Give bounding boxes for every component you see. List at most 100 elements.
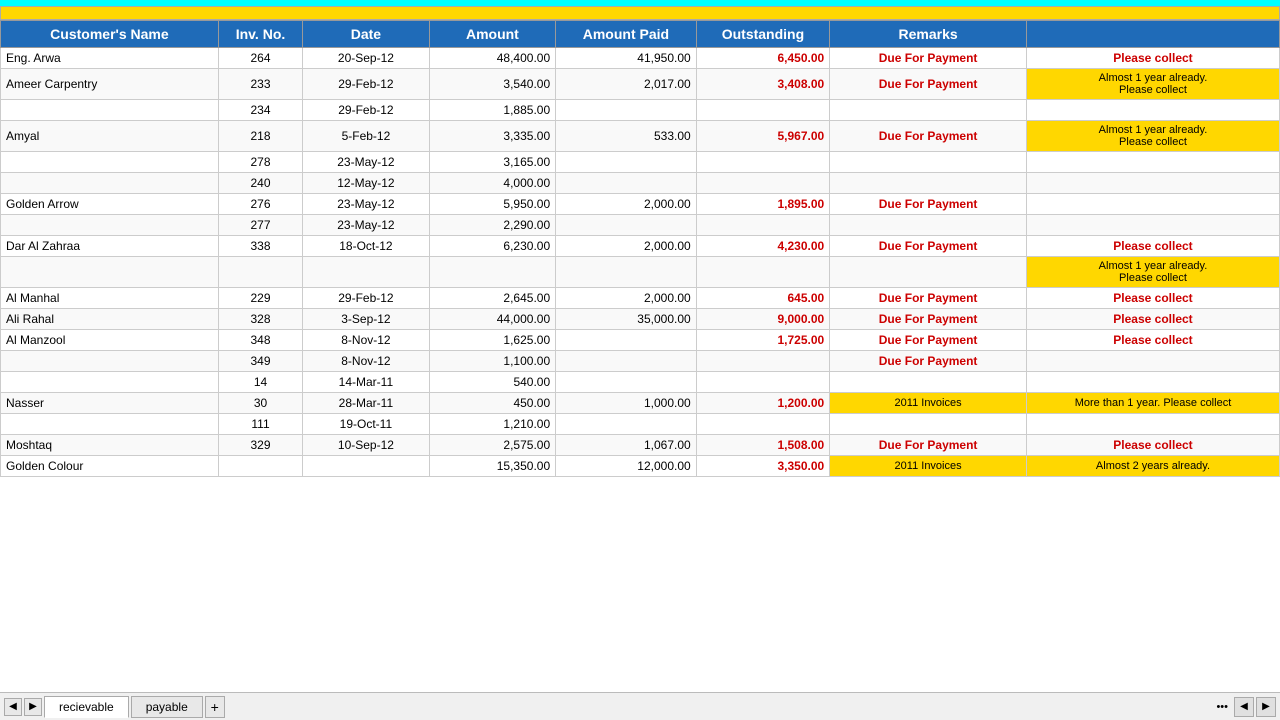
table-cell (1026, 173, 1279, 194)
table-cell: 3-Sep-12 (303, 309, 429, 330)
table-row: Al Manzool3488-Nov-121,625.001,725.00Due… (1, 330, 1280, 351)
table-cell: Due For Payment (830, 309, 1027, 330)
table-cell (830, 414, 1027, 435)
table-cell: 4,230.00 (696, 236, 830, 257)
table-cell: Golden Arrow (1, 194, 219, 215)
table-cell: 23-May-12 (303, 215, 429, 236)
table-cell: Please collect (1026, 48, 1279, 69)
table-cell (429, 257, 555, 288)
table-cell (556, 100, 697, 121)
table-row: Al Manhal22929-Feb-122,645.002,000.00645… (1, 288, 1280, 309)
table-cell: 2,290.00 (429, 215, 555, 236)
table-row: Almost 1 year already. Please collect (1, 257, 1280, 288)
tab-nav-right[interactable]: ▶ (24, 698, 42, 716)
table-row: 3498-Nov-121,100.00Due For Payment (1, 351, 1280, 372)
table-cell (1026, 414, 1279, 435)
table-cell: 15,350.00 (429, 456, 555, 477)
table-cell (696, 351, 830, 372)
table-cell: 278 (218, 152, 302, 173)
table-cell: Almost 1 year already. Please collect (1026, 69, 1279, 100)
table-cell: 3,540.00 (429, 69, 555, 100)
table-cell: 29-Feb-12 (303, 288, 429, 309)
table-cell: 1,625.00 (429, 330, 555, 351)
table-cell: Golden Colour (1, 456, 219, 477)
table-row: Eng. Arwa26420-Sep-1248,400.0041,950.006… (1, 48, 1280, 69)
table-cell: 35,000.00 (556, 309, 697, 330)
table-cell: 8-Nov-12 (303, 351, 429, 372)
scroll-left-btn[interactable]: ◀ (1234, 697, 1254, 717)
table-cell (1026, 372, 1279, 393)
table-cell: Due For Payment (830, 121, 1027, 152)
table-row: 24012-May-124,000.00 (1, 173, 1280, 194)
table-cell: 6,230.00 (429, 236, 555, 257)
table-cell (696, 215, 830, 236)
table-cell (556, 372, 697, 393)
tab-add-button[interactable]: + (205, 696, 225, 718)
scroll-dots: ••• (1216, 701, 1228, 713)
table-cell (830, 152, 1027, 173)
table-cell (1, 372, 219, 393)
col-action (1026, 21, 1279, 48)
table-cell: Due For Payment (830, 194, 1027, 215)
table-cell (696, 257, 830, 288)
table-cell: 240 (218, 173, 302, 194)
table-cell: 450.00 (429, 393, 555, 414)
table-cell: 1,508.00 (696, 435, 830, 456)
table-cell: Amyal (1, 121, 219, 152)
table-cell: Al Manhal (1, 288, 219, 309)
table-cell (830, 215, 1027, 236)
table-cell: Due For Payment (830, 69, 1027, 100)
table-cell (830, 100, 1027, 121)
table-cell: Please collect (1026, 435, 1279, 456)
table-cell: 645.00 (696, 288, 830, 309)
table-cell: 348 (218, 330, 302, 351)
table-cell: More than 1 year. Please collect (1026, 393, 1279, 414)
table-cell: 3,335.00 (429, 121, 555, 152)
table-cell: Dar Al Zahraa (1, 236, 219, 257)
table-cell (1026, 194, 1279, 215)
table-cell (1, 100, 219, 121)
table-cell: 48,400.00 (429, 48, 555, 69)
table-cell: 264 (218, 48, 302, 69)
table-cell: Nasser (1, 393, 219, 414)
table-cell: Due For Payment (830, 330, 1027, 351)
table-cell (1, 414, 219, 435)
table-cell: 1,067.00 (556, 435, 697, 456)
table-cell: 2,017.00 (556, 69, 697, 100)
table-cell: 1,100.00 (429, 351, 555, 372)
table-cell: Almost 1 year already. Please collect (1026, 257, 1279, 288)
table-cell: 2,000.00 (556, 288, 697, 309)
table-cell: 41,950.00 (556, 48, 697, 69)
table-cell: 233 (218, 69, 302, 100)
table-cell: 30 (218, 393, 302, 414)
scroll-right-btn[interactable]: ▶ (1256, 697, 1276, 717)
table-cell (1, 351, 219, 372)
table-cell: 277 (218, 215, 302, 236)
table-cell: Due For Payment (830, 288, 1027, 309)
table-cell: 23-May-12 (303, 194, 429, 215)
table-row: Golden Colour15,350.0012,000.003,350.002… (1, 456, 1280, 477)
table-cell: Please collect (1026, 236, 1279, 257)
table-cell: 2,000.00 (556, 194, 697, 215)
col-paid: Amount Paid (556, 21, 697, 48)
table-cell: 111 (218, 414, 302, 435)
table-cell: 3,408.00 (696, 69, 830, 100)
table-row: Ameer Carpentry23329-Feb-123,540.002,017… (1, 69, 1280, 100)
tab-recievable[interactable]: recievable (44, 696, 129, 718)
table-container: Customer's Name Inv. No. Date Amount Amo… (0, 6, 1280, 477)
summary-header (0, 6, 1280, 20)
table-cell: 2011 Invoices (830, 456, 1027, 477)
table-row: 27723-May-122,290.00 (1, 215, 1280, 236)
table-cell: 5,967.00 (696, 121, 830, 152)
tab-payable[interactable]: payable (131, 696, 203, 718)
table-cell (830, 372, 1027, 393)
table-row: 23429-Feb-121,885.00 (1, 100, 1280, 121)
table-cell: 3,350.00 (696, 456, 830, 477)
table-cell: Please collect (1026, 309, 1279, 330)
table-row: Moshtaq32910-Sep-122,575.001,067.001,508… (1, 435, 1280, 456)
table-cell: 19-Oct-11 (303, 414, 429, 435)
table-cell: 1,000.00 (556, 393, 697, 414)
tab-nav-left[interactable]: ◀ (4, 698, 22, 716)
table-row: Dar Al Zahraa33818-Oct-126,230.002,000.0… (1, 236, 1280, 257)
table-cell: 9,000.00 (696, 309, 830, 330)
